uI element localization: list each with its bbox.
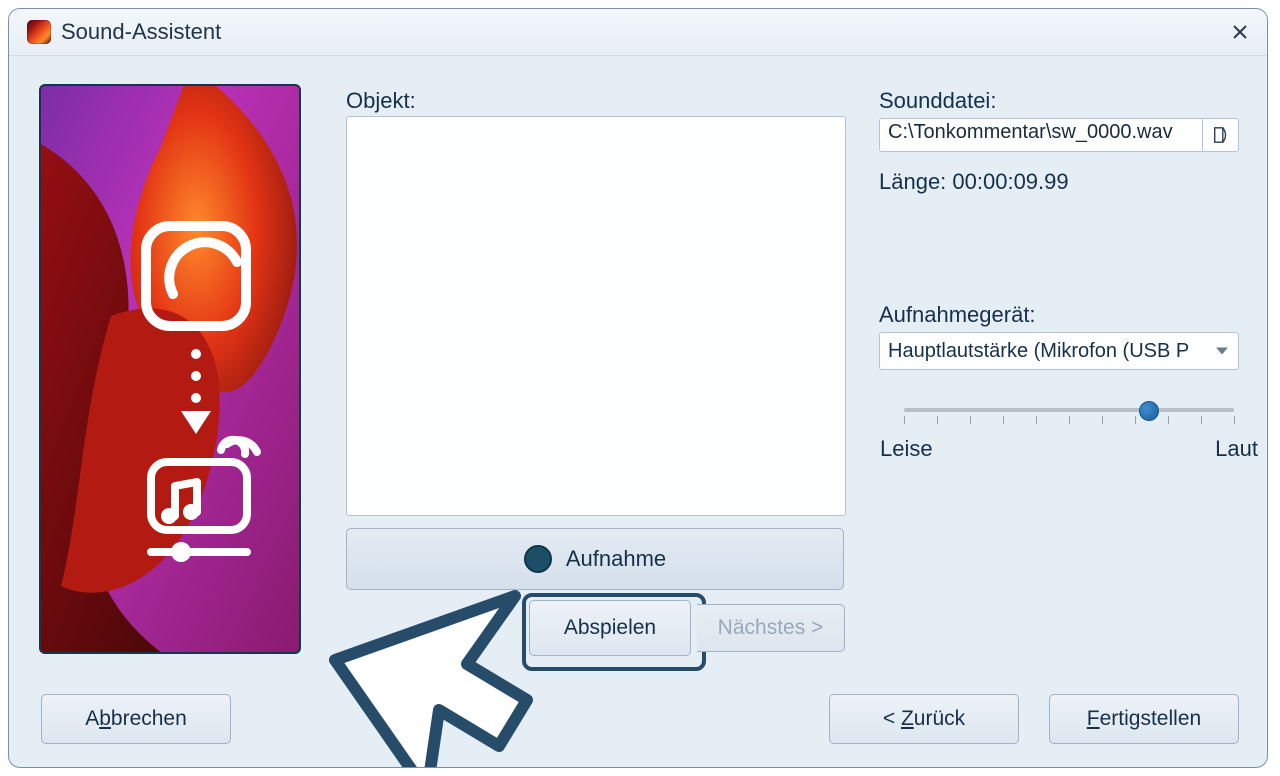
volume-min-label: Leise: [880, 436, 933, 462]
object-list[interactable]: [346, 116, 846, 516]
record-icon: [524, 545, 552, 573]
record-button-label: Aufnahme: [566, 546, 666, 572]
recording-device-select[interactable]: Hauptlautstärke (Mikrofon (USB P: [879, 332, 1239, 370]
soundfile-length: Länge: 00:00:09.99: [879, 169, 1069, 195]
next-button-label: Nächstes >: [718, 616, 824, 640]
finish-button-label: Fertigstellen: [1087, 707, 1201, 731]
recording-device-label: Aufnahmegerät:: [879, 302, 1036, 328]
object-label: Objekt:: [346, 88, 416, 114]
slider-track: [904, 408, 1234, 412]
app-icon: [27, 20, 51, 44]
titlebar: Sound-Assistent: [9, 9, 1267, 56]
recording-volume-slider[interactable]: Leise Laut: [904, 408, 1234, 462]
browse-soundfile-button[interactable]: [1203, 118, 1239, 152]
length-value: 00:00:09.99: [952, 169, 1068, 194]
soundfile-label: Sounddatei:: [879, 88, 996, 114]
cancel-button[interactable]: Abbrechen: [41, 694, 231, 744]
back-button[interactable]: < Zurück: [829, 694, 1019, 744]
play-button[interactable]: Abspielen: [529, 600, 691, 656]
wizard-preview-image: [39, 84, 301, 654]
chevron-down-icon: [1216, 348, 1228, 355]
folder-open-icon: [1212, 125, 1230, 145]
sound-assistant-dialog: Sound-Assistent: [8, 8, 1268, 768]
close-button[interactable]: [1225, 17, 1255, 47]
soundfile-path-input[interactable]: C:\Tonkommentar\sw_0000.wav: [879, 118, 1203, 152]
back-button-label: < Zurück: [883, 707, 965, 731]
recording-device-selected: Hauptlautstärke (Mikrofon (USB P: [888, 340, 1189, 363]
next-button[interactable]: Nächstes >: [697, 604, 845, 652]
cancel-button-label: Abbrechen: [85, 707, 187, 731]
slider-ticks: [904, 416, 1234, 426]
length-prefix: Länge:: [879, 169, 952, 194]
close-icon: [1233, 25, 1247, 39]
record-button[interactable]: Aufnahme: [346, 528, 844, 590]
content-area: Objekt: Sounddatei: C:\Tonkommentar\sw_0…: [9, 56, 1267, 767]
finish-button[interactable]: Fertigstellen: [1049, 694, 1239, 744]
volume-max-label: Laut: [1215, 436, 1258, 462]
play-button-label: Abspielen: [564, 616, 656, 640]
window-title: Sound-Assistent: [61, 19, 221, 45]
